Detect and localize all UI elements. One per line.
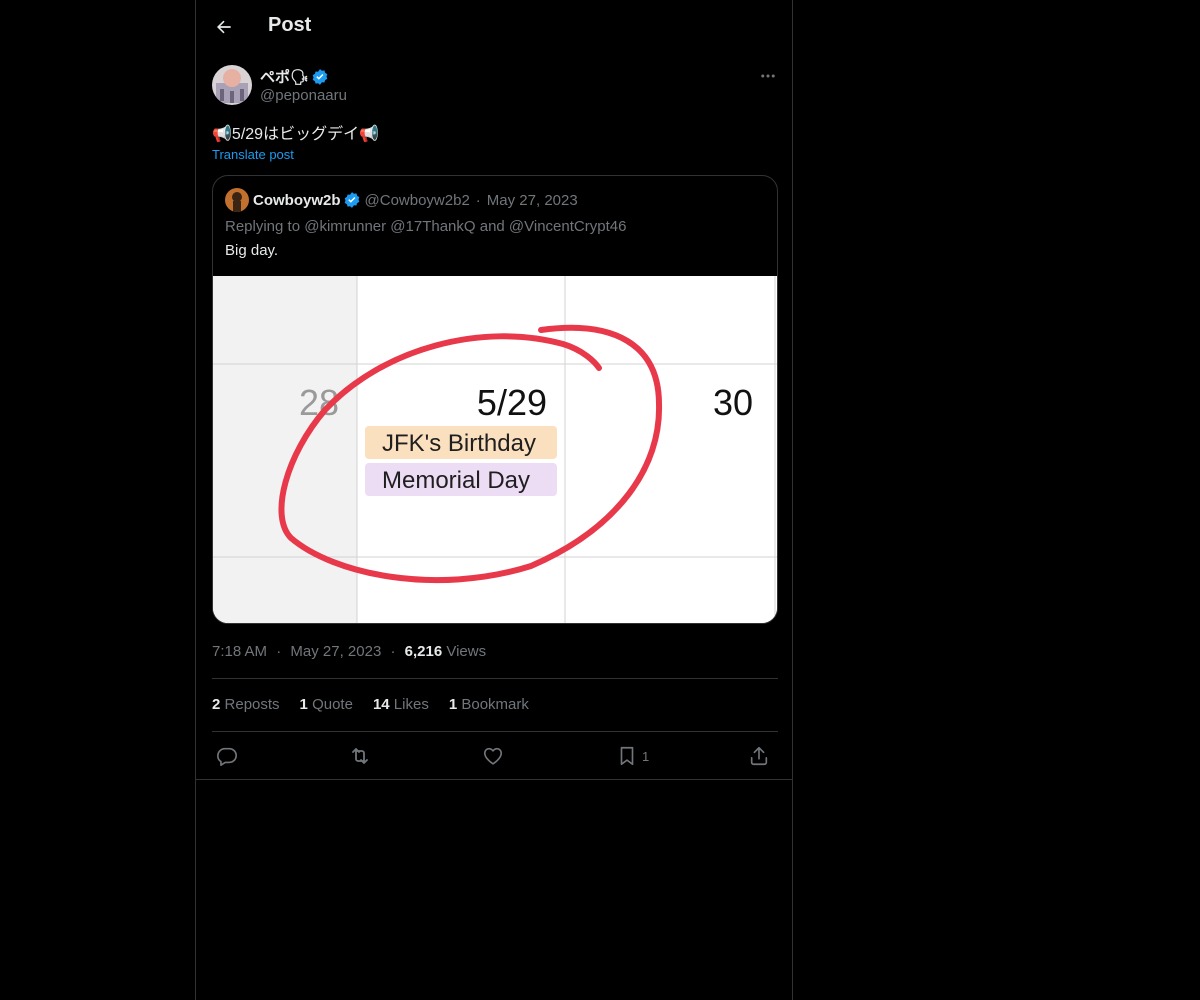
reposts-label: Reposts — [224, 696, 280, 713]
translate-post-link[interactable]: Translate post — [212, 147, 294, 162]
bookmarks-stat[interactable]: 1 Bookmark — [449, 696, 529, 713]
reposts-count: 2 — [212, 696, 221, 713]
calendar-event-1: JFK's Birthday — [382, 430, 536, 457]
reply-icon — [217, 747, 237, 766]
separator-dot: · — [276, 643, 282, 660]
author-avatar[interactable] — [212, 65, 252, 105]
bookmark-count: 1 — [642, 748, 650, 764]
quoted-post-text: Big day. — [225, 242, 279, 259]
share-icon — [750, 746, 768, 766]
likes-count: 14 — [372, 696, 390, 713]
more-dots-icon — [761, 74, 775, 78]
post-date[interactable]: May 27, 2023 — [290, 643, 381, 660]
main-column: Post ペポ🗣 @peponaaru 📢5/29はビッグデイ📢 Transla… — [195, 0, 793, 1000]
quoted-post-date: May 27, 2023 — [486, 191, 578, 209]
share-button[interactable] — [748, 744, 770, 768]
divider — [212, 731, 778, 732]
reposts-stat[interactable]: 2 Reposts — [212, 696, 280, 713]
verified-badge-icon — [344, 192, 359, 208]
page-title: Post — [268, 14, 312, 36]
separator-dot: · — [475, 191, 481, 209]
views-label: Views — [446, 643, 487, 660]
replying-to-text: Replying to @kimrunner @17ThankQ and @Vi… — [225, 218, 627, 235]
divider — [212, 678, 778, 679]
post-time[interactable]: 7:18 AM — [212, 643, 267, 660]
quoted-author-handle: @Cowboyw2b2 — [364, 191, 470, 209]
likes-label: Likes — [393, 696, 429, 713]
quotes-count: 1 — [299, 696, 308, 713]
author-name[interactable]: ペポ🗣 — [260, 66, 329, 87]
calendar-day-main: 5/29 — [477, 382, 547, 423]
back-button[interactable] — [210, 13, 238, 41]
like-button[interactable] — [482, 744, 504, 768]
page-header: Post — [196, 0, 794, 54]
repost-button[interactable] — [348, 744, 372, 768]
reply-button[interactable] — [216, 744, 238, 768]
post-text: 📢5/29はビッグデイ📢 — [212, 126, 379, 143]
calendar-day-next: 30 — [713, 382, 753, 423]
quotes-stat[interactable]: 1 Quote — [300, 696, 353, 713]
calendar-image: 28 5/29 30 JFK's Birthday Memorial Day — [213, 276, 777, 623]
action-bar: 1 — [212, 744, 778, 770]
verified-badge-icon — [312, 68, 328, 85]
quoted-post-image[interactable]: 28 5/29 30 JFK's Birthday Memorial Day — [213, 276, 777, 623]
bookmarks-count: 1 — [448, 696, 458, 713]
bookmark-icon — [620, 746, 634, 766]
likes-stat[interactable]: 14 Likes — [373, 696, 429, 713]
views-count: 6,216 — [404, 643, 443, 660]
post-stats: 2 Reposts 1 Quote 14 Likes 1 Bookmark — [212, 696, 529, 713]
repost-icon — [352, 748, 368, 764]
calendar-event-2: Memorial Day — [382, 467, 530, 494]
more-options-button[interactable] — [756, 64, 780, 88]
post-metadata: 7:18 AM · May 27, 2023 · 6,216 Views — [212, 643, 486, 660]
quoted-post-header: Cowboyw2b @Cowboyw2b2 · May 27, 2023 — [225, 188, 578, 212]
heart-icon — [483, 747, 503, 765]
quoted-post[interactable]: Cowboyw2b @Cowboyw2b2 · May 27, 2023 Rep… — [212, 175, 778, 624]
author-handle[interactable]: @peponaaru — [260, 87, 347, 104]
quoted-author-avatar — [225, 188, 249, 212]
arrow-left-icon — [217, 20, 231, 34]
bookmarks-label: Bookmark — [461, 696, 529, 713]
divider — [196, 779, 793, 780]
quotes-label: Quote — [312, 696, 353, 713]
author-name-text: ペポ🗣 — [260, 69, 310, 86]
bookmark-button[interactable]: 1 — [616, 744, 649, 768]
separator-dot: · — [390, 643, 396, 660]
quoted-author-name: Cowboyw2b — [253, 191, 341, 209]
